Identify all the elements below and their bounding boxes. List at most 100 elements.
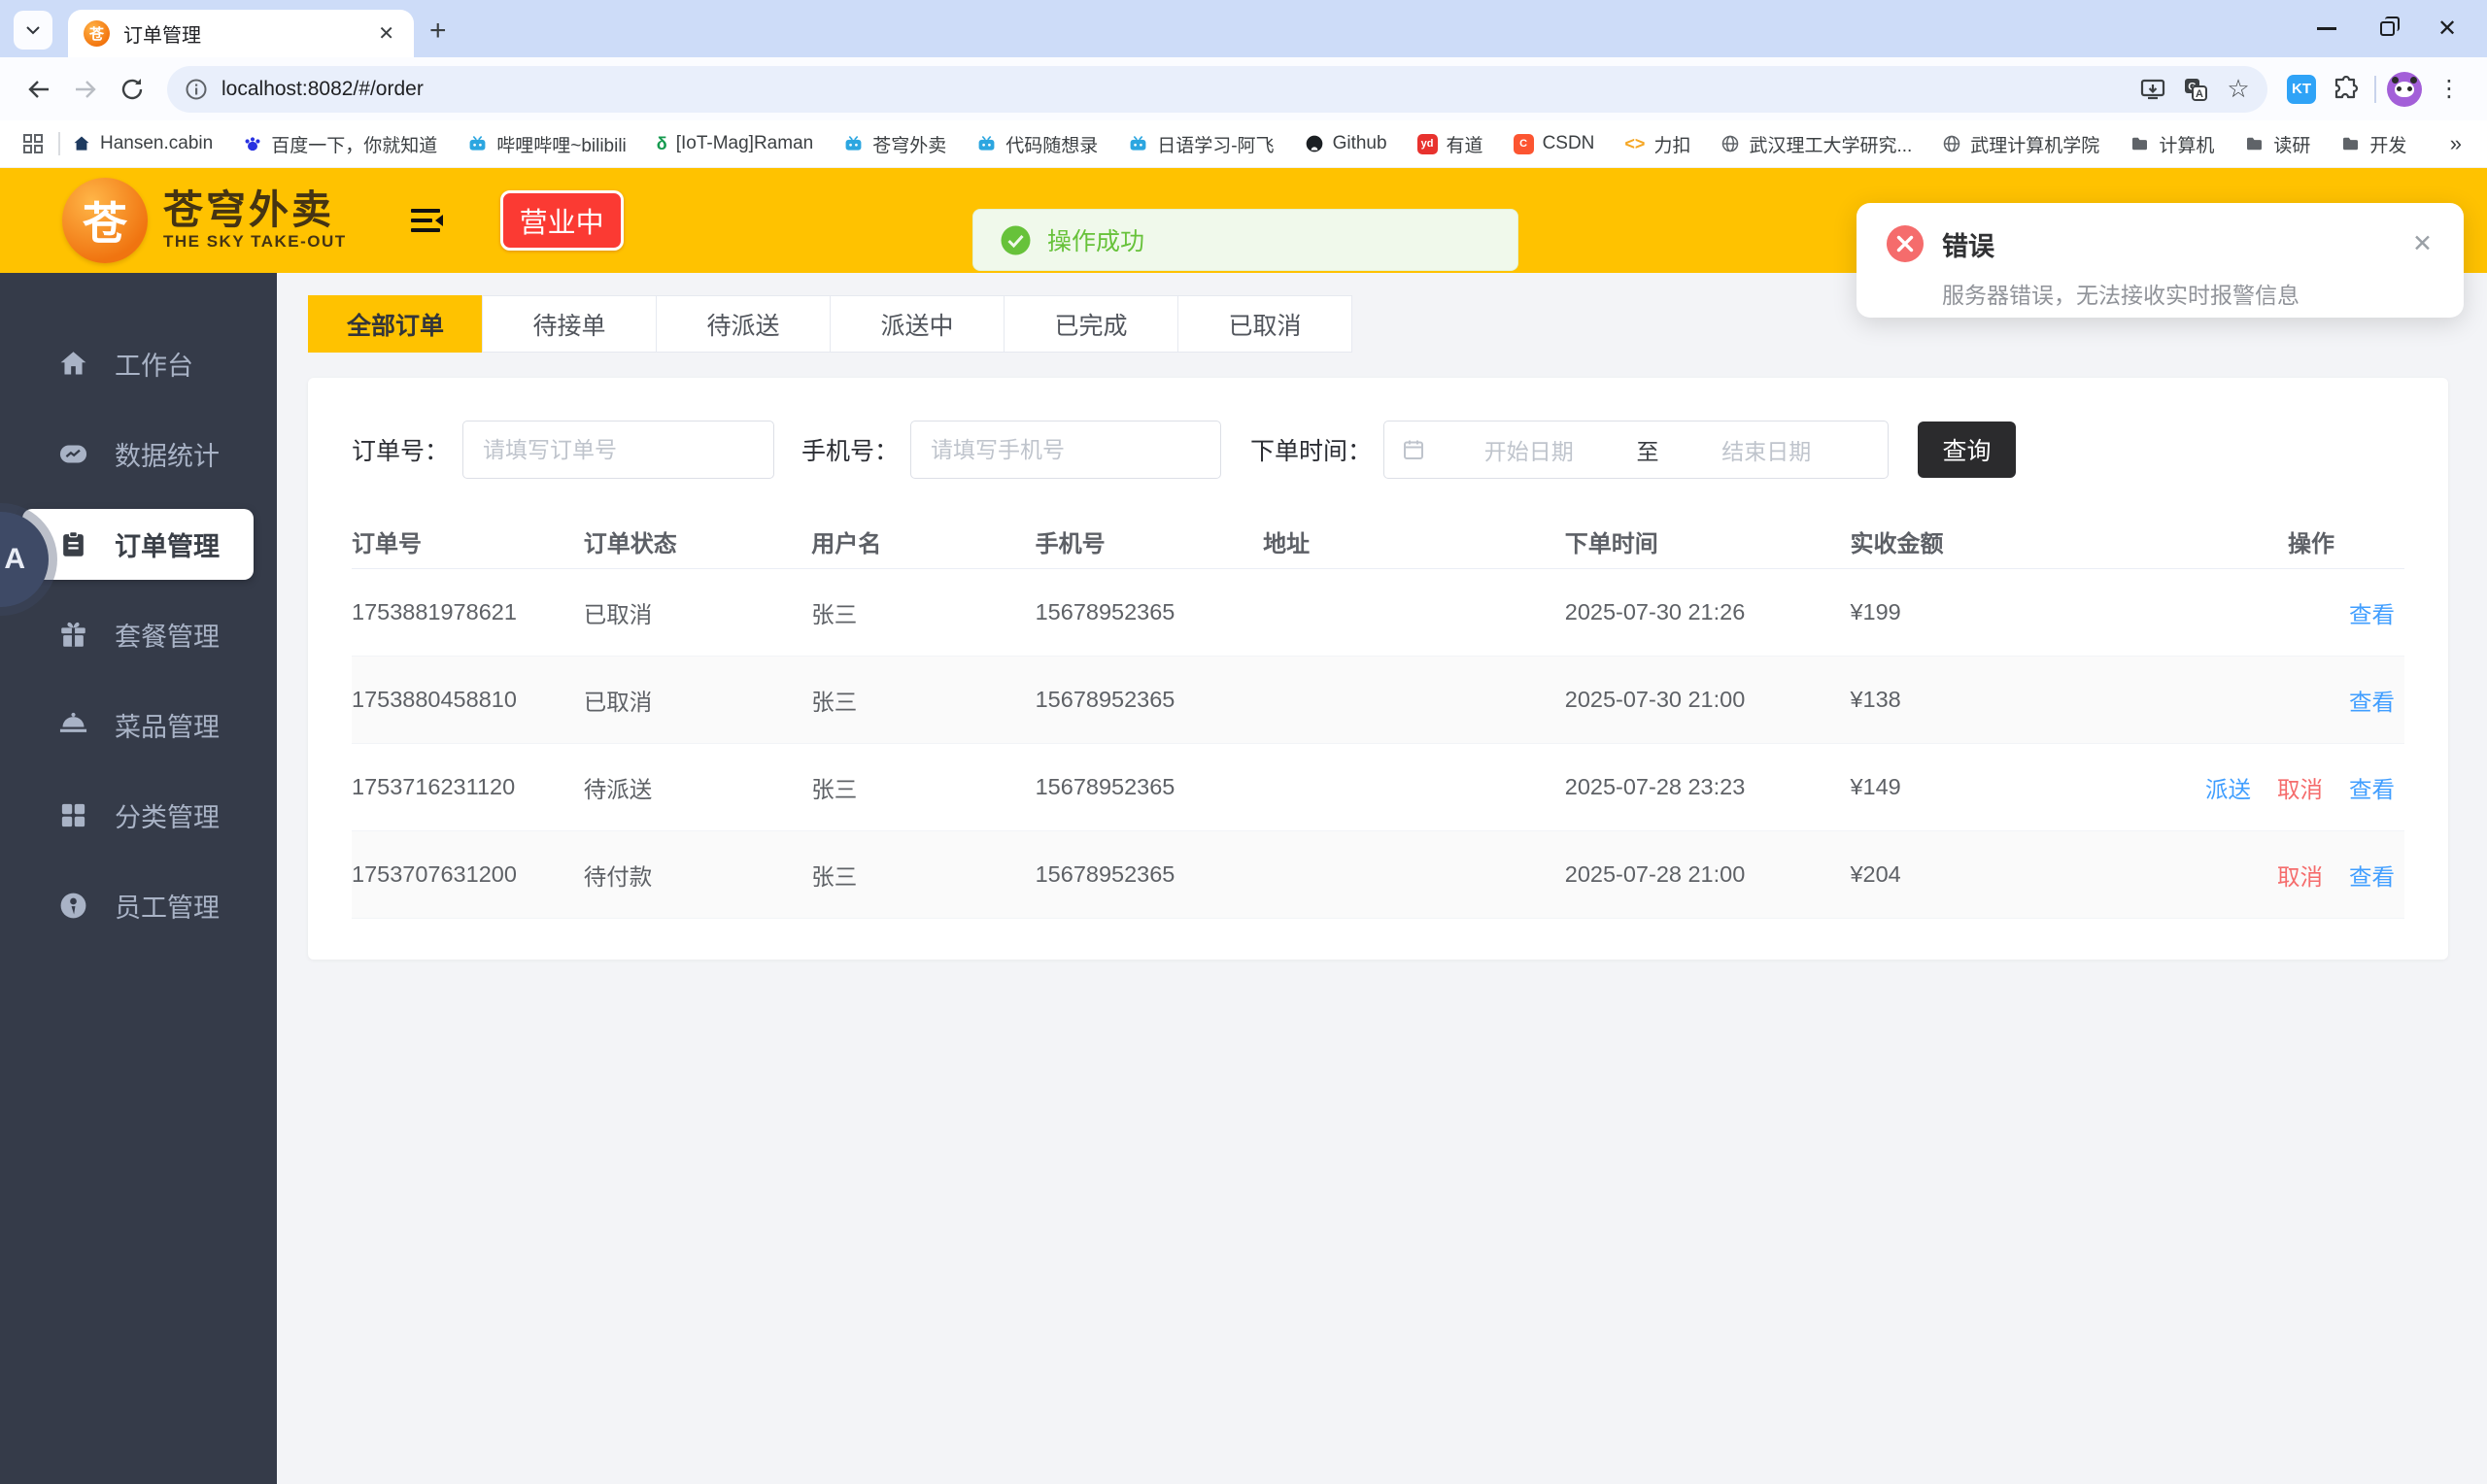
order-no-input[interactable] <box>462 421 774 479</box>
browser-tab[interactable]: 苍 订单管理 ✕ <box>68 10 414 57</box>
order-tab-5[interactable]: 已完成 <box>1004 295 1178 353</box>
kt-extension-button[interactable]: KT <box>2279 67 2324 112</box>
bookmark-item[interactable]: <>力扣 <box>1624 131 1690 157</box>
bookmark-item[interactable]: 百度一下，你就知道 <box>243 131 437 157</box>
orders-icon <box>58 529 88 559</box>
action-view-link[interactable]: 查看 <box>2349 859 2395 892</box>
order-tab-3[interactable]: 待派送 <box>656 295 831 353</box>
bookmark-item[interactable]: 哔哩哔哩~bilibili <box>467 131 627 157</box>
bookmark-item[interactable]: 武汉理工大学研究... <box>1720 131 1912 157</box>
bookmark-item[interactable]: 日语学习-阿飞 <box>1128 131 1274 157</box>
globe-icon <box>1720 134 1740 153</box>
order-tab-2[interactable]: 待接单 <box>482 295 657 353</box>
sidebar-item-6[interactable]: 分类管理 <box>0 770 277 860</box>
bookmark-item[interactable]: Github <box>1305 133 1387 154</box>
bookmark-item[interactable]: 读研 <box>2244 131 2310 157</box>
action-danger-link[interactable]: 取消 <box>2277 771 2323 804</box>
action-primary-link[interactable]: 派送 <box>2205 771 2251 804</box>
employee-icon <box>58 891 88 921</box>
error-notification: 错误 ✕ 服务器错误，无法接收实时报警信息 <box>1857 203 2464 318</box>
forward-button[interactable] <box>62 66 109 113</box>
column-header: 手机号 <box>1036 524 1264 558</box>
close-button[interactable]: ✕ <box>2417 0 2477 57</box>
bookmark-label: 开发 <box>2369 131 2406 157</box>
status-badge[interactable]: 营业中 <box>500 190 624 251</box>
order-tab-label: 待接单 <box>532 307 605 342</box>
bookmark-item[interactable]: 武理计算机学院 <box>1942 131 2099 157</box>
table-cell: 已取消 <box>584 684 812 717</box>
tab-search-button[interactable] <box>14 11 52 50</box>
phone-input[interactable] <box>910 421 1221 479</box>
sidebar-item-7[interactable]: 员工管理 <box>0 860 277 951</box>
order-tab-6[interactable]: 已取消 <box>1177 295 1352 353</box>
bookmark-item[interactable]: yd有道 <box>1417 131 1483 157</box>
app-logo[interactable]: 苍 苍穹外卖 THE SKY TAKE-OUT <box>62 178 347 263</box>
table-cell: ¥138 <box>1850 687 2121 713</box>
translate-icon[interactable]: GA <box>2174 70 2217 109</box>
bookmark-item[interactable]: Hansen.cabin <box>72 133 213 154</box>
install-app-icon[interactable] <box>2131 70 2174 109</box>
action-danger-link[interactable]: 取消 <box>2277 859 2323 892</box>
bookmark-star-icon[interactable]: ☆ <box>2217 70 2260 109</box>
bookmark-item[interactable]: δ[IoT-Mag]Raman <box>657 133 813 154</box>
sidebar-collapse-button[interactable] <box>407 204 446 237</box>
globe-icon <box>1942 134 1961 153</box>
action-view-link[interactable]: 查看 <box>2349 596 2395 629</box>
start-date-placeholder[interactable]: 开始日期 <box>1425 433 1633 466</box>
bookmark-item[interactable]: 计算机 <box>2129 131 2214 157</box>
order-tab-4[interactable]: 派送中 <box>830 295 1005 353</box>
date-range-picker[interactable]: 开始日期 至 结束日期 <box>1383 421 1889 479</box>
tab-close-icon[interactable]: ✕ <box>372 19 400 48</box>
bookmark-item[interactable]: 开发 <box>2340 131 2406 157</box>
logo-title: 苍穹外卖 <box>163 189 347 231</box>
order-time-label: 下单时间： <box>1250 432 1372 467</box>
bookmark-label: Github <box>1333 133 1387 154</box>
search-button[interactable]: 查询 <box>1918 422 2016 478</box>
profile-button[interactable] <box>2382 67 2427 112</box>
tab-favicon-icon: 苍 <box>84 20 110 47</box>
puzzle-icon <box>2333 76 2360 103</box>
minimize-button[interactable] <box>2297 0 2357 57</box>
extensions-button[interactable] <box>2324 67 2368 112</box>
sidebar-item-4[interactable]: 套餐管理 <box>0 590 277 680</box>
bookmark-items: Hansen.cabin 百度一下，你就知道 哔哩哔哩~bilibili δ[IoT-… <box>72 131 2436 157</box>
bookmark-label: Hansen.cabin <box>100 133 213 154</box>
sidebar-item-label: 数据统计 <box>115 435 220 473</box>
site-info-icon[interactable] <box>185 78 208 101</box>
apps-grid-button[interactable] <box>14 126 52 161</box>
site-badge-icon: C <box>1514 134 1534 154</box>
bookmark-item[interactable]: 苍穹外卖 <box>843 131 946 157</box>
sidebar-item-1[interactable]: 工作台 <box>0 319 277 409</box>
address-bar[interactable]: localhost:8082/#/order GA ☆ <box>167 66 2267 113</box>
table-cell: ¥199 <box>1850 599 2121 625</box>
action-view-link[interactable]: 查看 <box>2349 771 2395 804</box>
bilibili-tv-icon <box>976 134 997 153</box>
sidebar-item-3[interactable]: 订单管理 <box>22 509 254 580</box>
bookmarks-overflow-button[interactable]: » <box>2438 131 2473 156</box>
notification-close-icon[interactable]: ✕ <box>2408 229 2436 258</box>
sidebar-items: 工作台数据统计订单管理套餐管理菜品管理分类管理员工管理 <box>0 319 277 951</box>
github-icon <box>1305 134 1324 153</box>
action-view-link[interactable]: 查看 <box>2349 684 2395 717</box>
dish-icon <box>58 710 88 740</box>
order-tab-1[interactable]: 全部订单 <box>308 295 483 353</box>
success-check-icon <box>1001 225 1031 255</box>
table-cell: ¥204 <box>1850 861 2121 888</box>
table-cell: 张三 <box>811 684 1035 717</box>
end-date-placeholder[interactable]: 结束日期 <box>1663 433 1871 466</box>
restore-button[interactable] <box>2357 0 2417 57</box>
table-cell: ¥149 <box>1850 774 2121 800</box>
new-tab-button[interactable]: + <box>429 17 447 46</box>
column-header: 操作 <box>2121 524 2404 558</box>
reload-button[interactable] <box>109 66 155 113</box>
table-cell: 张三 <box>811 596 1035 629</box>
bookmark-item[interactable]: 代码随想录 <box>976 131 1098 157</box>
back-button[interactable] <box>16 66 62 113</box>
browser-menu-button[interactable]: ⋮ <box>2427 67 2471 112</box>
bookmark-item[interactable]: CCSDN <box>1514 133 1595 154</box>
url-text[interactable]: localhost:8082/#/order <box>221 78 424 101</box>
table-cell: 1753707631200 <box>352 861 584 888</box>
sidebar-item-2[interactable]: 数据统计 <box>0 409 277 499</box>
sidebar-item-5[interactable]: 菜品管理 <box>0 680 277 770</box>
bookmark-label: 计算机 <box>2159 131 2214 157</box>
